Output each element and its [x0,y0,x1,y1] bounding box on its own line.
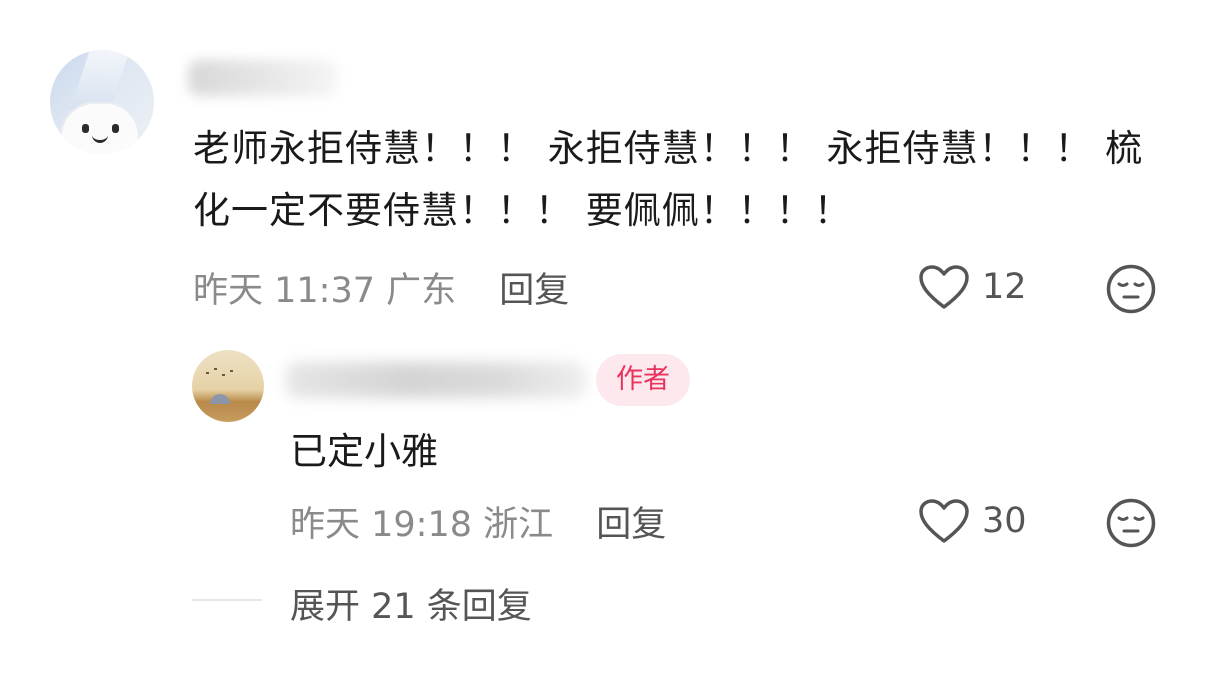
avatar[interactable] [192,350,264,422]
username-blurred[interactable] [286,362,586,398]
avatar[interactable] [50,50,154,154]
reply-meta: 昨天 19:18 浙江 回复 [290,496,666,547]
dislike-face-icon[interactable] [1106,498,1156,548]
like-count: 30 [982,501,1027,541]
comment-time: 昨天 11:37 [193,271,375,311]
reply-text: 已定小雅 [290,430,438,473]
reply-location: 浙江 [483,505,554,545]
username-blurred[interactable] [188,60,338,96]
like-count: 12 [982,267,1027,307]
dislike-face-icon[interactable] [1106,264,1156,314]
comment-text: 老师永拒侍慧！！！ 永拒侍慧！！！ 永拒侍慧！！！ 梳化一定不要侍慧！！！ 要佩… [193,127,1144,232]
comment-meta: 昨天 11:37 广东 回复 [193,262,569,313]
like-button[interactable]: 12 [918,264,1027,310]
comment-location: 广东 [386,271,457,311]
reply-button[interactable]: 回复 [499,271,569,311]
reply-button[interactable]: 回复 [596,505,666,545]
author-badge: 作者 [596,354,690,406]
like-button[interactable]: 30 [918,498,1027,544]
expand-replies-button[interactable]: 展开 21 条回复 [290,578,532,629]
reply-time: 昨天 19:18 [290,505,472,545]
heart-icon [918,264,970,310]
divider [192,599,262,601]
heart-icon [918,498,970,544]
